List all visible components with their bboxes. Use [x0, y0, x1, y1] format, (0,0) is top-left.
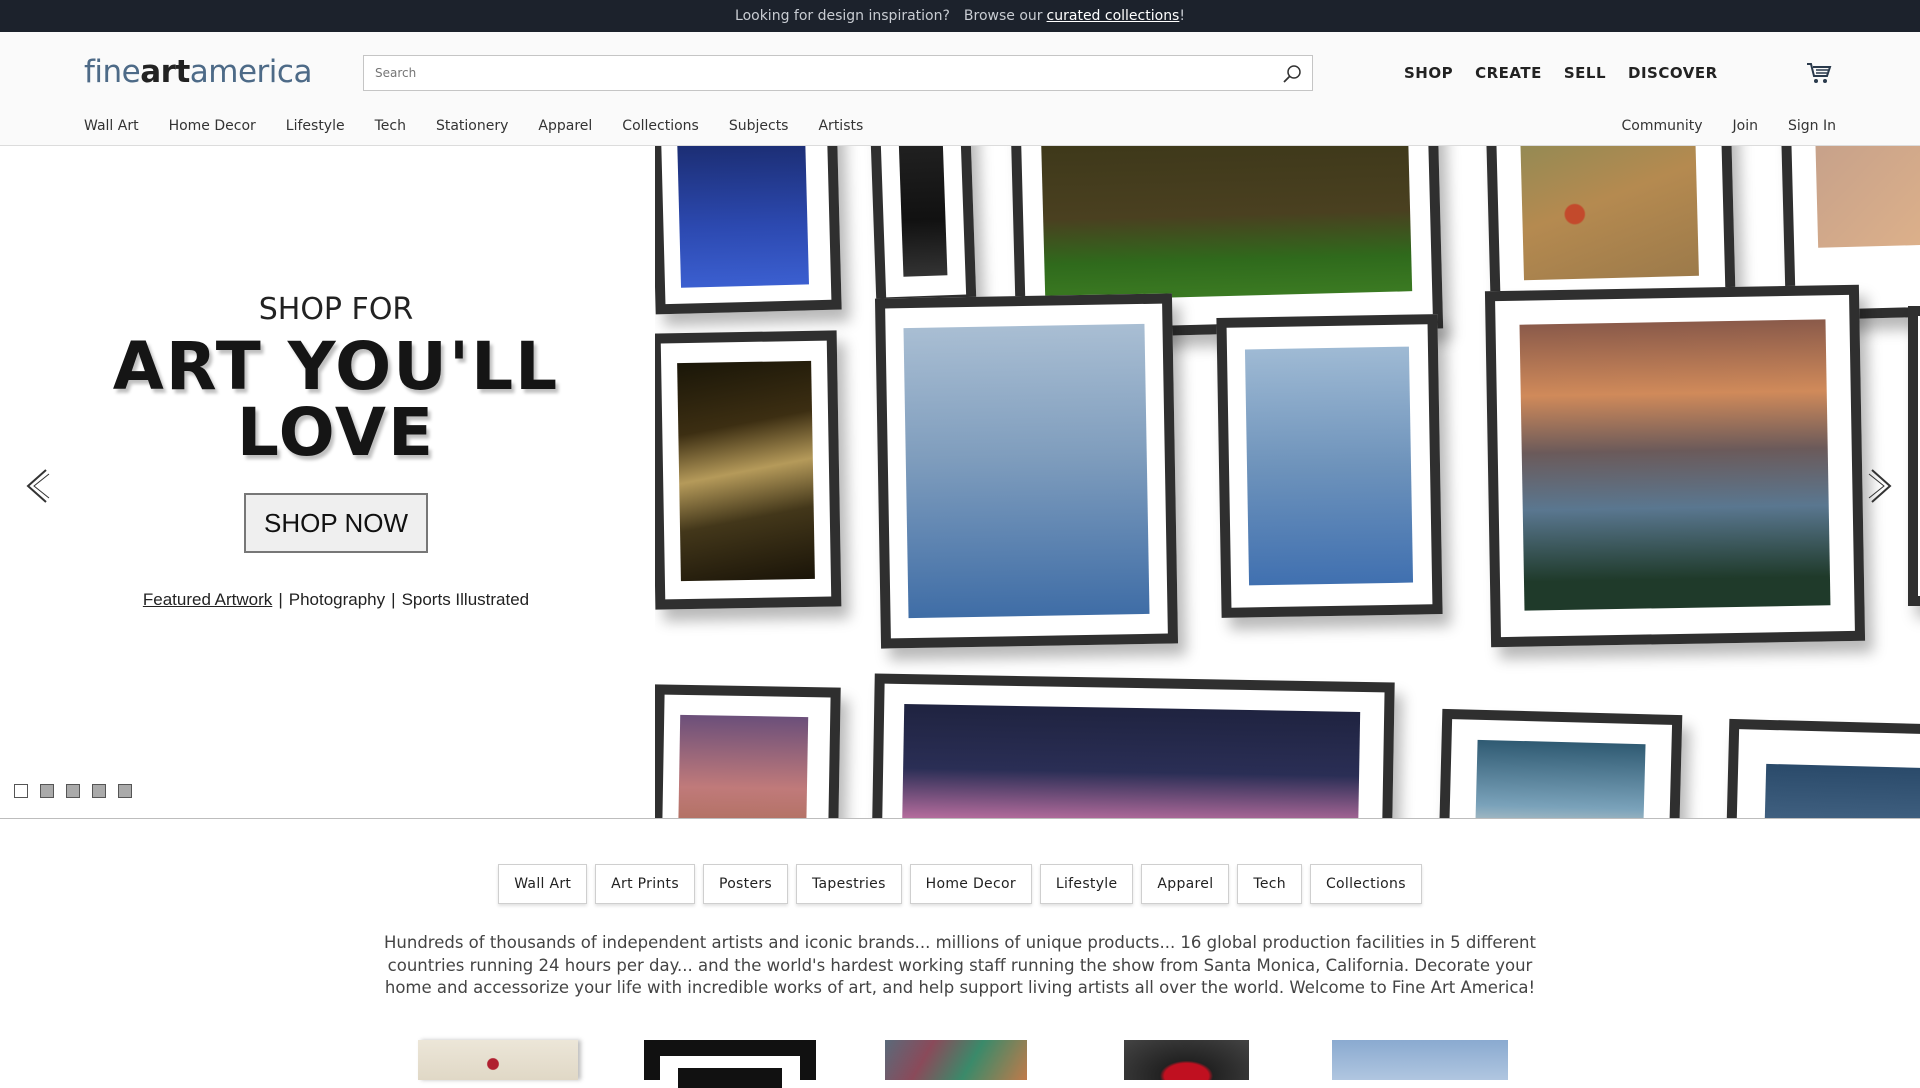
- chip-wall-art[interactable]: Wall Art: [498, 864, 588, 904]
- nav-community[interactable]: Community: [1622, 118, 1703, 134]
- chip-home-decor[interactable]: Home Decor: [909, 864, 1032, 904]
- chip-tapestries[interactable]: Tapestries: [796, 864, 902, 904]
- product-thumbnail[interactable]: [885, 1040, 1027, 1080]
- search-box: [363, 55, 1313, 91]
- search-input[interactable]: [364, 56, 1312, 90]
- announcement-bar: Looking for design inspiration? Browse o…: [0, 0, 1920, 32]
- subnav-tech[interactable]: Tech: [375, 118, 406, 134]
- framed-artwork[interactable]: [651, 684, 841, 818]
- carousel-dot[interactable]: [40, 784, 54, 798]
- chip-collections[interactable]: Collections: [1309, 864, 1422, 904]
- chip-tech[interactable]: Tech: [1237, 864, 1302, 904]
- intro-paragraph: Hundreds of thousands of independent art…: [384, 933, 1536, 997]
- cart-icon[interactable]: [1806, 61, 1832, 85]
- product-thumbnail[interactable]: [644, 1040, 816, 1088]
- framed-artwork[interactable]: [1908, 306, 1920, 606]
- nav-shop[interactable]: SHOP: [1404, 64, 1453, 82]
- product-thumbnail[interactable]: [418, 1040, 578, 1080]
- category-chips: Wall Art Art Prints Posters Tapestries H…: [0, 864, 1920, 904]
- subnav-apparel[interactable]: Apparel: [538, 118, 592, 134]
- main-nav: SHOP CREATE SELL DISCOVER: [1404, 64, 1740, 82]
- nav-join[interactable]: Join: [1733, 118, 1758, 134]
- nav-sell[interactable]: SELL: [1564, 64, 1606, 82]
- chevron-right-icon[interactable]: [1868, 468, 1894, 504]
- nav-create[interactable]: CREATE: [1475, 64, 1542, 82]
- product-thumbnails: [0, 1040, 1920, 1088]
- sports-illustrated-link[interactable]: Sports Illustrated: [402, 590, 530, 609]
- chevron-left-icon[interactable]: [24, 468, 50, 504]
- account-nav: Community Join Sign In: [1592, 118, 1837, 134]
- product-thumbnail[interactable]: [1332, 1040, 1508, 1080]
- framed-artwork[interactable]: [650, 146, 842, 315]
- framed-artwork[interactable]: [871, 673, 1395, 818]
- hero-carousel: SHOP FOR ART YOU'LL LOVE SHOP NOW Featur…: [0, 146, 1920, 819]
- chip-apparel[interactable]: Apparel: [1141, 864, 1230, 904]
- carousel-dot[interactable]: [14, 784, 28, 798]
- hero-kicker: SHOP FOR: [258, 292, 414, 327]
- framed-artwork[interactable]: [1484, 284, 1866, 648]
- shop-now-button[interactable]: SHOP NOW: [244, 493, 428, 553]
- product-thumbnail[interactable]: [1124, 1040, 1249, 1080]
- site-header: fineartamerica SHOP CREATE SELL DISCOVER…: [0, 32, 1920, 146]
- subnav-wall-art[interactable]: Wall Art: [84, 118, 139, 134]
- subnav-lifestyle[interactable]: Lifestyle: [286, 118, 345, 134]
- nav-sign-in[interactable]: Sign In: [1788, 118, 1836, 134]
- chip-posters[interactable]: Posters: [702, 864, 789, 904]
- subnav-home-decor[interactable]: Home Decor: [169, 118, 256, 134]
- subnav-stationery[interactable]: Stationery: [436, 118, 508, 134]
- featured-artwork-link[interactable]: Featured Artwork: [143, 590, 272, 609]
- curated-collections-link[interactable]: curated collections: [1047, 8, 1180, 24]
- framed-artwork[interactable]: [1216, 314, 1443, 618]
- framed-artwork[interactable]: [1437, 708, 1683, 818]
- subnav-artists[interactable]: Artists: [818, 118, 863, 134]
- site-logo[interactable]: fineartamerica: [84, 54, 312, 90]
- chip-lifestyle[interactable]: Lifestyle: [1039, 864, 1134, 904]
- nav-discover[interactable]: DISCOVER: [1628, 64, 1718, 82]
- framed-artwork[interactable]: [1724, 718, 1920, 818]
- link-separator: |: [278, 590, 283, 609]
- framed-artwork[interactable]: [874, 293, 1179, 649]
- framed-artwork[interactable]: [650, 330, 842, 610]
- carousel-dot[interactable]: [92, 784, 106, 798]
- announcement-browse: Browse our: [963, 8, 1043, 24]
- announcement-suffix: !: [1179, 8, 1185, 24]
- category-nav: Wall Art Home Decor Lifestyle Tech Stati…: [84, 118, 893, 134]
- hero-headline: ART YOU'LL LOVE: [112, 328, 560, 471]
- announcement-text: Looking for design inspiration?: [735, 8, 950, 24]
- photography-link[interactable]: Photography: [289, 590, 385, 609]
- carousel-dot[interactable]: [66, 784, 80, 798]
- subnav-subjects[interactable]: Subjects: [729, 118, 789, 134]
- hero-text-panel: SHOP FOR ART YOU'LL LOVE SHOP NOW Featur…: [0, 146, 655, 818]
- chip-art-prints[interactable]: Art Prints: [595, 864, 695, 904]
- link-separator: |: [391, 590, 396, 609]
- carousel-indicators: [14, 784, 132, 798]
- search-icon[interactable]: [1282, 64, 1302, 84]
- subnav-collections[interactable]: Collections: [622, 118, 699, 134]
- carousel-dot[interactable]: [118, 784, 132, 798]
- framed-artwork[interactable]: [869, 146, 977, 308]
- hero-links: Featured Artwork | Photography | Sports Illu…: [0, 590, 672, 610]
